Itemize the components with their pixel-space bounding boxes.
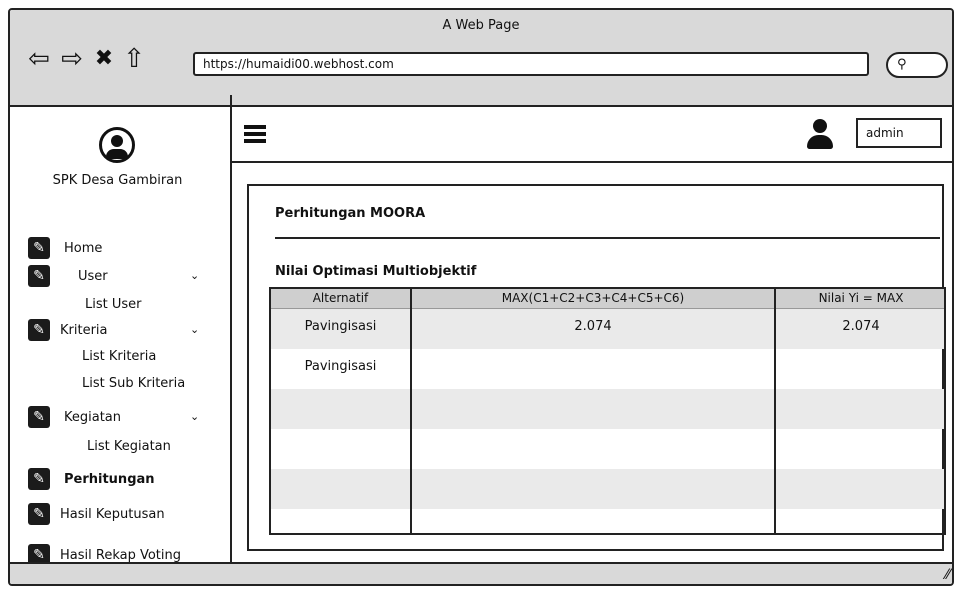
chevron-down-icon[interactable]: ⌄ bbox=[190, 410, 199, 423]
section-title: Nilai Optimasi Multiobjektif bbox=[275, 264, 477, 279]
browser-window: A Web Page ⇦ ⇨ ✖ ⇧ https://humaidi00.web… bbox=[8, 8, 954, 586]
avatar-icon bbox=[99, 127, 135, 163]
username-field[interactable]: admin bbox=[856, 118, 942, 148]
pencil-icon: ✎ bbox=[28, 237, 50, 259]
sidebar-item-label: Hasil Keputusan bbox=[60, 506, 165, 522]
pencil-icon: ✎ bbox=[28, 406, 50, 428]
back-icon[interactable]: ⇦ bbox=[24, 44, 54, 74]
data-table: Alternatif MAX(C1+C2+C3+C4+C5+C6) Nilai … bbox=[269, 287, 946, 535]
sidebar-item-perhitungan[interactable]: ✎ Perhitungan bbox=[28, 468, 155, 490]
page-title: A Web Page bbox=[442, 18, 520, 33]
column-divider bbox=[410, 289, 412, 533]
app-header: admin bbox=[232, 107, 952, 163]
stop-icon[interactable]: ✖ bbox=[89, 44, 119, 74]
sidebar-item-list-sub-kriteria[interactable]: List Sub Kriteria bbox=[82, 376, 185, 391]
column-header: Nilai Yi = MAX bbox=[818, 291, 904, 305]
sidebar-item-home[interactable]: ✎ Home bbox=[28, 237, 102, 259]
sidebar-item-label: Kriteria bbox=[60, 322, 108, 338]
table-cell: Pavingisasi bbox=[304, 359, 377, 374]
forward-icon[interactable]: ⇨ bbox=[57, 44, 87, 74]
sidebar-item-label: Kegiatan bbox=[64, 409, 122, 425]
content-card: Perhitungan MOORA Nilai Optimasi Multiob… bbox=[247, 184, 946, 551]
table-row bbox=[271, 509, 944, 533]
chevron-down-icon[interactable]: ⌄ bbox=[190, 269, 199, 282]
sidebar-item-list-user[interactable]: List User bbox=[85, 297, 142, 312]
status-bar: ⁄⁄ bbox=[10, 562, 952, 584]
column-header: MAX(C1+C2+C3+C4+C5+C6) bbox=[501, 291, 685, 305]
sidebar-item-user[interactable]: ✎ User bbox=[28, 265, 108, 287]
search-button[interactable]: ⚲ bbox=[886, 52, 948, 78]
divider bbox=[275, 237, 940, 239]
table-row bbox=[271, 389, 944, 429]
table-row bbox=[271, 469, 944, 509]
sidebar-item-list-kriteria[interactable]: List Kriteria bbox=[82, 349, 156, 364]
table-cell: 2.074 bbox=[574, 319, 612, 334]
sidebar-item-label: Home bbox=[64, 240, 103, 256]
menu-icon[interactable] bbox=[244, 125, 266, 145]
column-header: Alternatif bbox=[312, 291, 369, 305]
table-row bbox=[271, 429, 944, 469]
table-header: Alternatif MAX(C1+C2+C3+C4+C5+C6) Nilai … bbox=[271, 289, 944, 309]
user-icon[interactable] bbox=[806, 119, 834, 151]
sidebar-item-hasil-keputusan[interactable]: ✎ Hasil Keputusan bbox=[28, 503, 165, 525]
sidebar-item-label: User bbox=[78, 268, 108, 284]
chevron-down-icon[interactable]: ⌄ bbox=[190, 323, 199, 336]
table-cell: 2.074 bbox=[842, 319, 880, 334]
brand-label: SPK Desa Gambiran bbox=[52, 173, 183, 188]
card-title: Perhitungan MOORA bbox=[275, 206, 426, 221]
sidebar-item-kriteria[interactable]: ✎ Kriteria bbox=[28, 319, 108, 341]
sidebar: SPK Desa Gambiran ✎ Home ✎ User ⌄ List U… bbox=[10, 107, 232, 566]
url-input[interactable]: https://humaidi00.webhost.com bbox=[193, 52, 869, 76]
home-icon[interactable]: ⇧ bbox=[119, 44, 149, 74]
table-cell: Pavingisasi bbox=[304, 319, 377, 334]
pencil-icon: ✎ bbox=[28, 265, 50, 287]
sidebar-item-label: Perhitungan bbox=[64, 471, 155, 487]
column-divider bbox=[774, 289, 776, 533]
sidebar-item-label: Hasil Rekap Voting bbox=[60, 547, 182, 563]
search-icon: ⚲ bbox=[897, 57, 907, 72]
pencil-icon: ✎ bbox=[28, 503, 50, 525]
pencil-icon: ✎ bbox=[28, 468, 50, 490]
sidebar-item-list-kegiatan[interactable]: List Kegiatan bbox=[87, 439, 171, 454]
resize-grip-icon[interactable]: ⁄⁄ bbox=[945, 567, 950, 583]
pencil-icon: ✎ bbox=[28, 319, 50, 341]
browser-toolbar: A Web Page ⇦ ⇨ ✖ ⇧ https://humaidi00.web… bbox=[10, 10, 952, 107]
sidebar-item-kegiatan[interactable]: ✎ Kegiatan bbox=[28, 406, 121, 428]
